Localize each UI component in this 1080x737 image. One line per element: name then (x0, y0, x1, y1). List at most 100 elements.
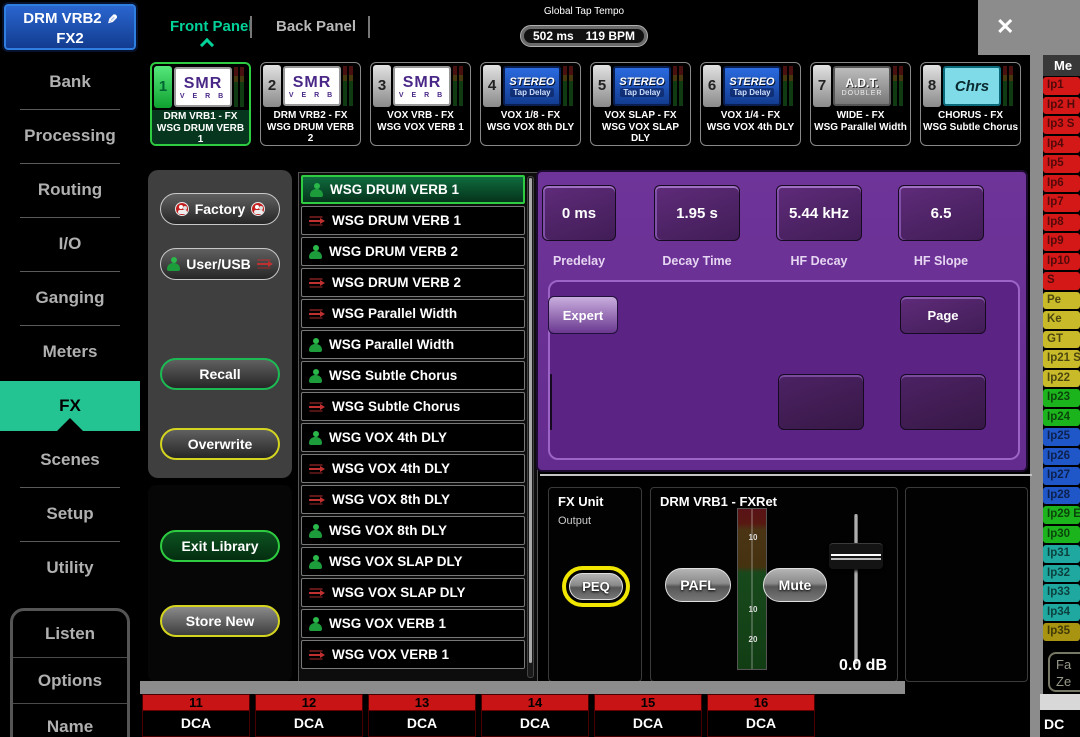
sidebar-item[interactable]: Setup (0, 487, 140, 541)
sidebar-item[interactable]: Routing (0, 163, 140, 217)
meter-rail-channel[interactable]: Ip29 E (1043, 506, 1080, 524)
meter-rail-channel[interactable]: Ip3 S (1043, 116, 1080, 134)
preset-list-item[interactable]: WSG VOX VERB 1 (301, 640, 525, 669)
preset-list-item[interactable]: WSG DRUM VERB 2 (301, 237, 525, 266)
sidebar-item[interactable]: Ganging (0, 271, 140, 325)
preset-list-scrollbar[interactable] (527, 176, 534, 678)
dca-strip[interactable]: 15 DCA (594, 694, 702, 737)
page-button[interactable]: Page (900, 296, 986, 334)
fx-parameter-empty-box[interactable] (778, 374, 864, 430)
meter-rail-channel[interactable]: Ip30 (1043, 526, 1080, 544)
fx-slot[interactable]: 4 STEREO Tap Delay VOX 1/8 - FX WSG VOX … (480, 62, 581, 146)
expert-button[interactable]: Expert (548, 296, 618, 334)
fader-handle[interactable] (829, 543, 883, 569)
sidebar-item[interactable]: FX (0, 381, 140, 431)
meter-rail-channel[interactable]: Ip21 S (1043, 350, 1080, 368)
meter-rail-channel[interactable]: Ip31 (1043, 545, 1080, 563)
sidebar-item[interactable]: I/O (0, 217, 140, 271)
meter-rail-channel[interactable]: Ip24 (1043, 409, 1080, 427)
meter-rail-channel[interactable]: Ip9 (1043, 233, 1080, 251)
sidebar-group-item[interactable]: Listen (13, 611, 127, 657)
sidebar-item[interactable]: Utility (0, 541, 140, 595)
meter-rail-channel[interactable]: Ip1 (1043, 77, 1080, 95)
meter-rail-channel[interactable]: Ip6 (1043, 175, 1080, 193)
sidebar-item[interactable]: Bank (0, 55, 140, 109)
sidebar-item[interactable]: Scenes (0, 433, 140, 487)
dca-strip[interactable]: 16 DCA (707, 694, 815, 737)
meter-rail-channel[interactable]: Ke (1043, 311, 1080, 329)
rail-dca-strip[interactable]: DC (1040, 694, 1080, 737)
meter-rail-channel[interactable]: Ip8 (1043, 214, 1080, 232)
fx-slot[interactable]: 6 STEREO Tap Delay VOX 1/4 - FX WSG VOX … (700, 62, 801, 146)
meter-rail-channel[interactable]: Ip26 (1043, 448, 1080, 466)
fx-parameter-value-box[interactable]: 1.95 s (654, 185, 740, 241)
preset-list-item[interactable]: WSG Subtle Chorus (301, 392, 525, 421)
tab-front-panel[interactable]: Front Panel (170, 18, 253, 35)
preset-list-item[interactable]: WSG Parallel Width (301, 330, 525, 359)
preset-list-item[interactable]: WSG Parallel Width (301, 299, 525, 328)
meter-rail-channel[interactable]: Ip10 (1043, 253, 1080, 271)
meter-rail-channel[interactable]: S (1043, 272, 1080, 290)
fx-slot[interactable]: 3 SMR V E R B VOX VRB - FX WSG VOX VERB … (370, 62, 471, 146)
overwrite-button[interactable]: Overwrite (160, 428, 280, 460)
fader-track[interactable] (854, 514, 858, 664)
meter-rail-channel[interactable]: Ip34 (1043, 604, 1080, 622)
meter-rail-channel[interactable]: Ip33 (1043, 584, 1080, 602)
fx-slot[interactable]: 5 STEREO Tap Delay VOX SLAP - FX WSG VOX… (590, 62, 691, 146)
preset-list-item[interactable]: WSG VOX 8th DLY (301, 516, 525, 545)
preset-list-item[interactable]: WSG VOX 8th DLY (301, 485, 525, 514)
sidebar-group-item[interactable]: Name (13, 703, 127, 737)
preset-list-item[interactable]: WSG VOX 4th DLY (301, 423, 525, 452)
recall-button[interactable]: Recall (160, 358, 280, 390)
exit-library-button[interactable]: Exit Library (160, 530, 280, 562)
pafl-button[interactable]: PAFL (665, 568, 731, 602)
scrollbar-thumb[interactable] (529, 178, 532, 663)
factory-library-button[interactable]: Factory (160, 193, 280, 225)
preset-list-item[interactable]: WSG Subtle Chorus (301, 361, 525, 390)
rail-corner-button[interactable]: Fa Ze (1048, 652, 1080, 692)
dca-strip[interactable]: 11 DCA (142, 694, 250, 737)
fx-parameter-value-box[interactable]: 0 ms (542, 185, 616, 241)
meter-rail-channel[interactable]: Ip5 (1043, 155, 1080, 173)
fx-parameter-value-box[interactable]: 5.44 kHz (776, 185, 862, 241)
tab-back-panel[interactable]: Back Panel (276, 18, 356, 35)
fx-slot[interactable]: 2 SMR V E R B DRM VRB2 - FX WSG DRUM VER… (260, 62, 361, 146)
meter-rail-channel[interactable]: Ip25 (1043, 428, 1080, 446)
meter-rail-channel[interactable]: Ip28 (1043, 487, 1080, 505)
meter-rail-channel[interactable]: Ip2 H (1043, 97, 1080, 115)
meter-rail-channel[interactable]: Ip22 (1043, 370, 1080, 388)
fx-parameter-empty-box[interactable] (900, 374, 986, 430)
preset-list-item[interactable]: WSG DRUM VERB 1 (301, 175, 525, 204)
close-icon[interactable]: ✕ (996, 14, 1014, 40)
sidebar-group-item[interactable]: Options (13, 657, 127, 703)
preset-list-item[interactable]: WSG DRUM VERB 2 (301, 268, 525, 297)
current-fx-channel-button[interactable]: DRM VRB2 ✎ FX2 (4, 4, 136, 50)
dca-strip[interactable]: 12 DCA (255, 694, 363, 737)
peq-button[interactable]: PEQ (569, 573, 623, 600)
meter-rail-channel[interactable]: Pe (1043, 292, 1080, 310)
sidebar-item[interactable]: Meters (0, 325, 140, 379)
dca-strip[interactable]: 13 DCA (368, 694, 476, 737)
meter-rail-channel[interactable]: Ip27 (1043, 467, 1080, 485)
user-usb-library-button[interactable]: User/USB (160, 248, 280, 280)
fx-parameter-value-box[interactable]: 6.5 (898, 185, 984, 241)
meter-rail-channel[interactable]: GT (1043, 331, 1080, 349)
fx-parameter-empty-box[interactable] (550, 374, 552, 430)
sidebar-item[interactable]: Processing (0, 109, 140, 163)
tap-tempo-button[interactable]: 502 ms 119 BPM (520, 25, 648, 47)
preset-list-item[interactable]: WSG VOX 4th DLY (301, 454, 525, 483)
meter-rail-channel[interactable]: Ip35 (1043, 623, 1080, 641)
fx-slot[interactable]: 7 A.D.T. DOUBLER WIDE - FX WSG Parallel … (810, 62, 911, 146)
preset-list-item[interactable]: WSG VOX VERB 1 (301, 609, 525, 638)
preset-list-item[interactable]: WSG VOX SLAP DLY (301, 578, 525, 607)
meter-rail-channel[interactable]: Ip32 (1043, 565, 1080, 583)
meter-rail-channel[interactable]: Ip4 (1043, 136, 1080, 154)
preset-list-item[interactable]: WSG VOX SLAP DLY (301, 547, 525, 576)
fx-slot[interactable]: 1 SMR V E R B DRM VRB1 - FX WSG DRUM VER… (150, 62, 251, 146)
dca-strip[interactable]: 14 DCA (481, 694, 589, 737)
preset-list-item[interactable]: WSG DRUM VERB 1 (301, 206, 525, 235)
meter-rail-channel[interactable]: Ip23 (1043, 389, 1080, 407)
store-new-button[interactable]: Store New (160, 605, 280, 637)
fx-slot[interactable]: 8 Chrs CHORUS - FX WSG Subtle Chorus (920, 62, 1021, 146)
mute-button[interactable]: Mute (763, 568, 827, 602)
